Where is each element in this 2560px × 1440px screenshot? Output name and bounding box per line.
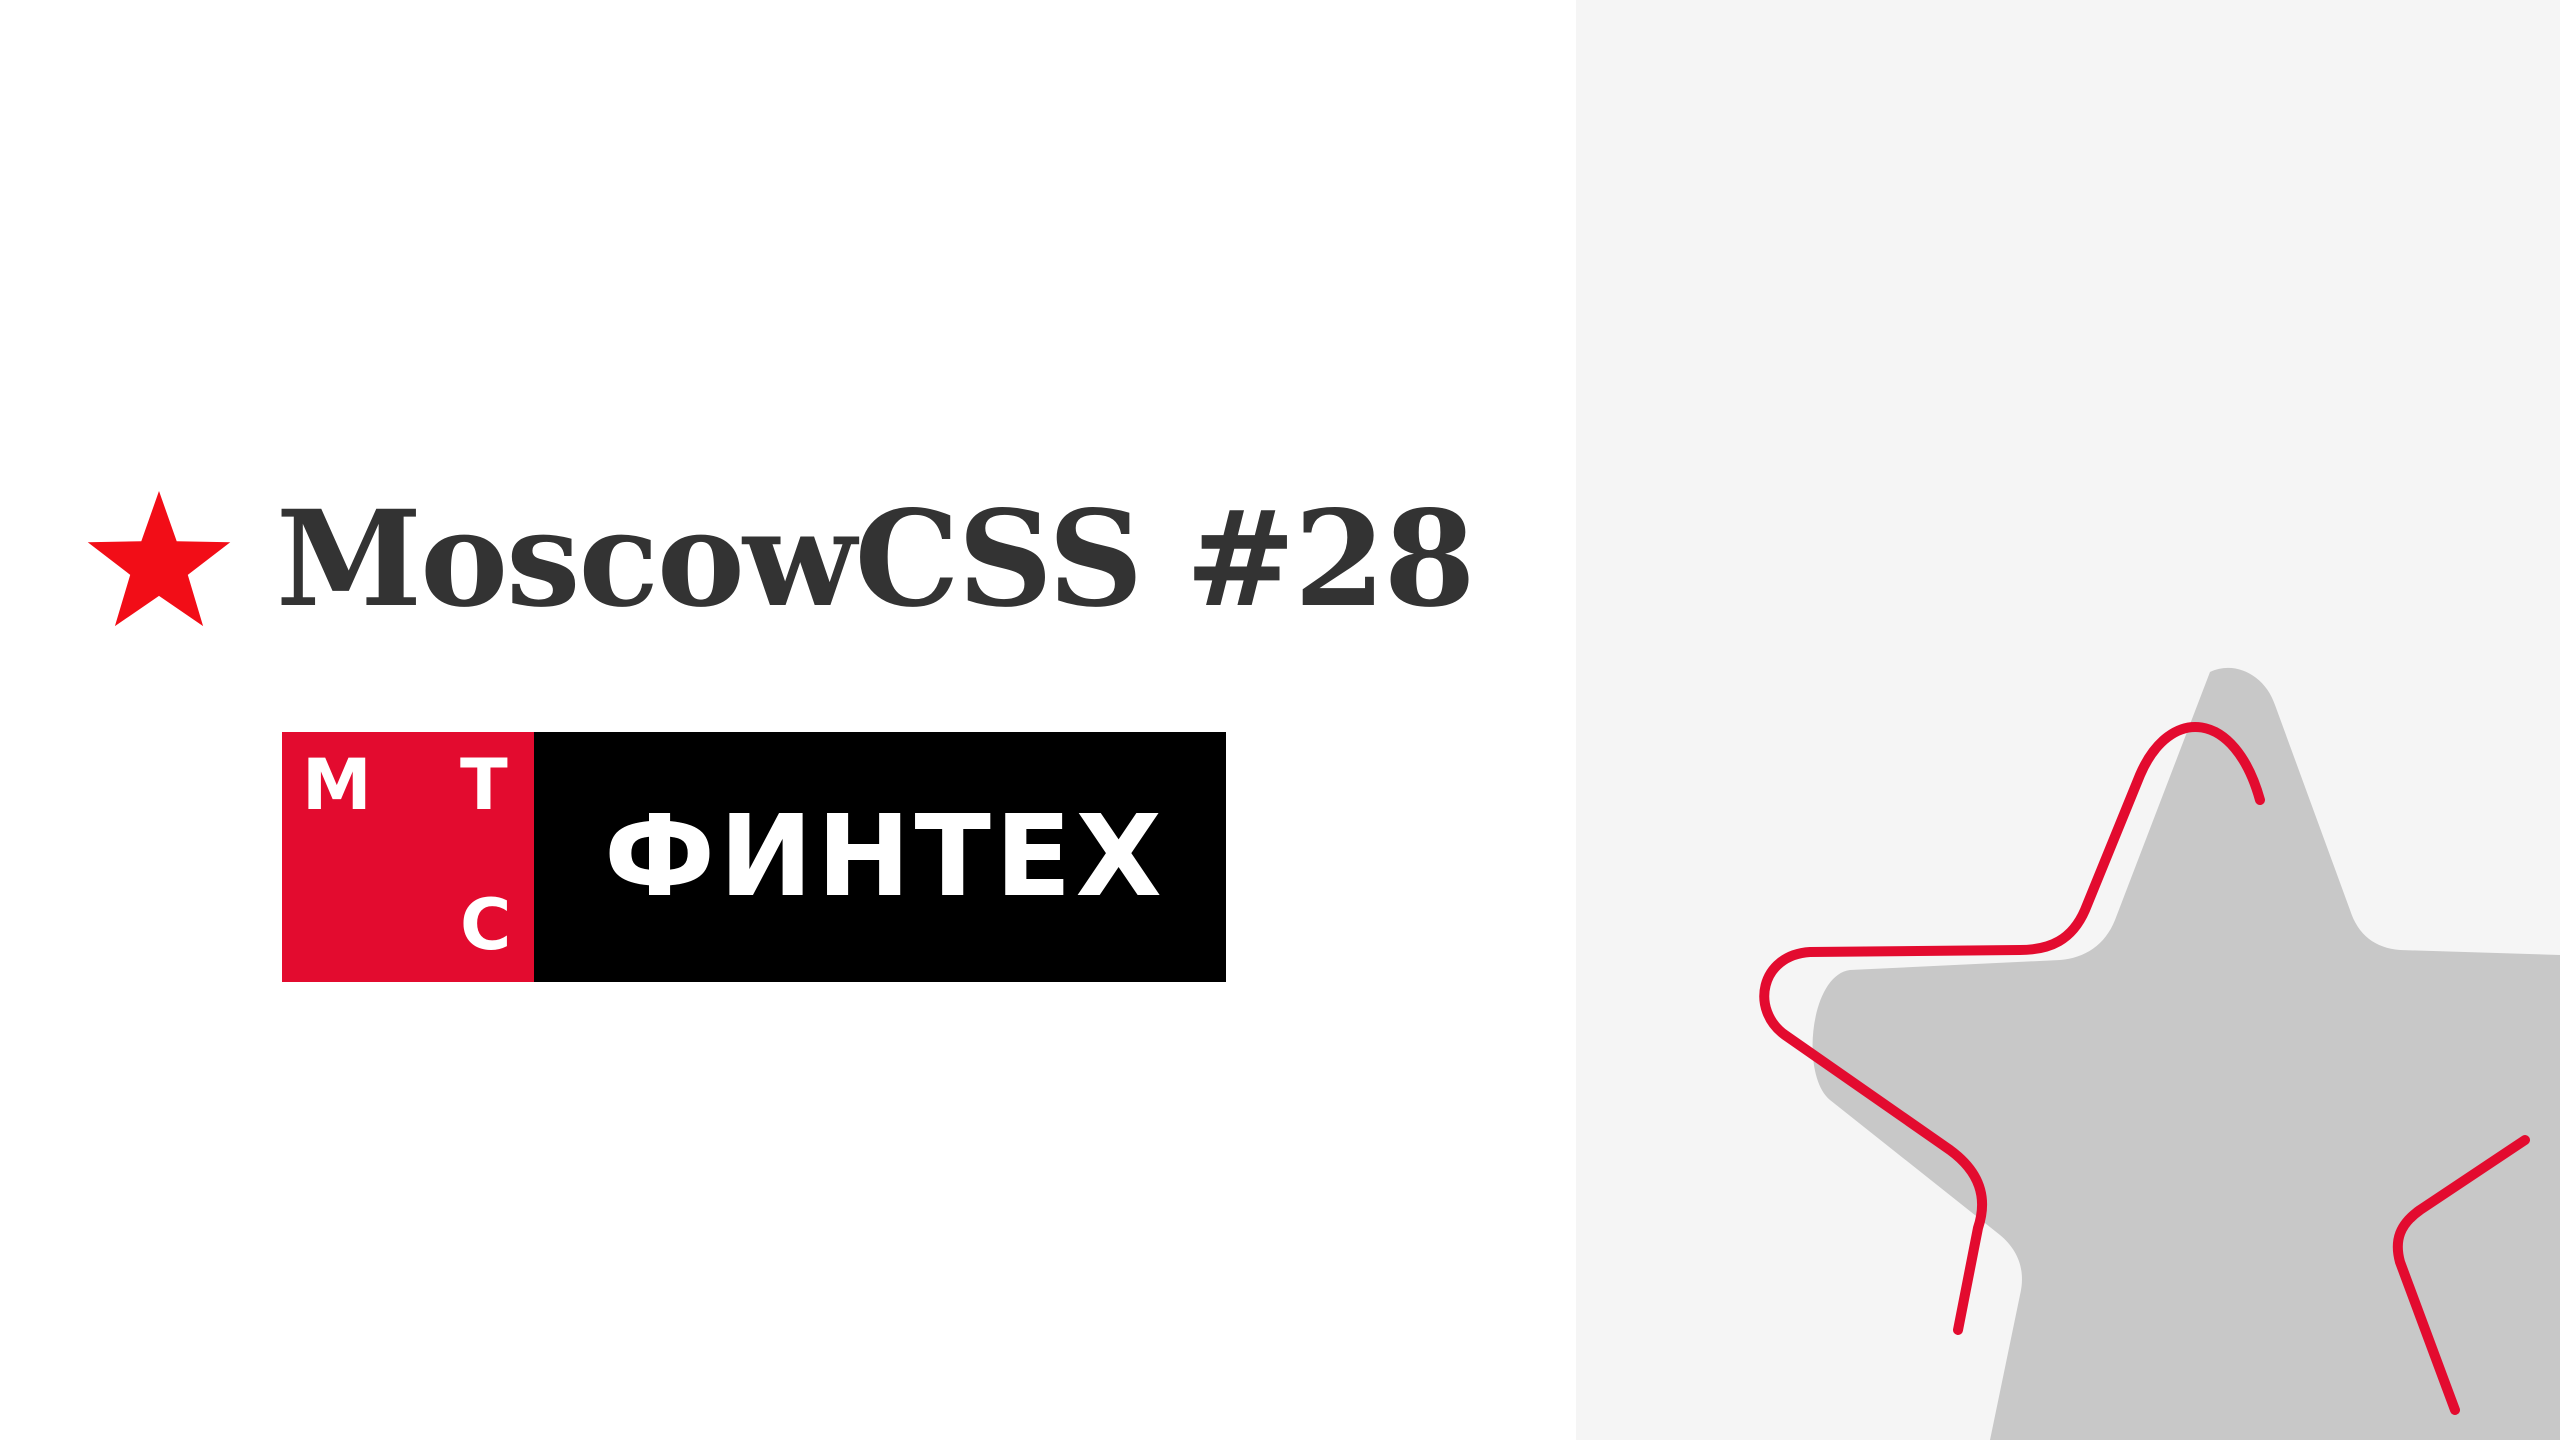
page-title: MoscowCSS #28 <box>276 482 1476 637</box>
logo-letter-t: Т <box>460 744 508 826</box>
slide: MoscowCSS #28 М Т С ФИНТЕХ <box>0 0 2560 1440</box>
decorative-star-icon <box>1759 667 2560 1440</box>
gray-star-shape <box>1812 667 2560 1440</box>
mts-fintech-logo: М Т С ФИНТЕХ <box>282 732 1226 982</box>
logo-black-block: ФИНТЕХ <box>534 732 1226 982</box>
logo-red-block: М Т С <box>282 732 534 982</box>
logo-letter-m: М <box>302 744 372 826</box>
logo-letter-s: С <box>460 884 512 966</box>
logo-word: ФИНТЕХ <box>604 792 1166 922</box>
title-row: MoscowCSS #28 <box>84 480 1476 640</box>
red-star-icon <box>87 491 231 627</box>
